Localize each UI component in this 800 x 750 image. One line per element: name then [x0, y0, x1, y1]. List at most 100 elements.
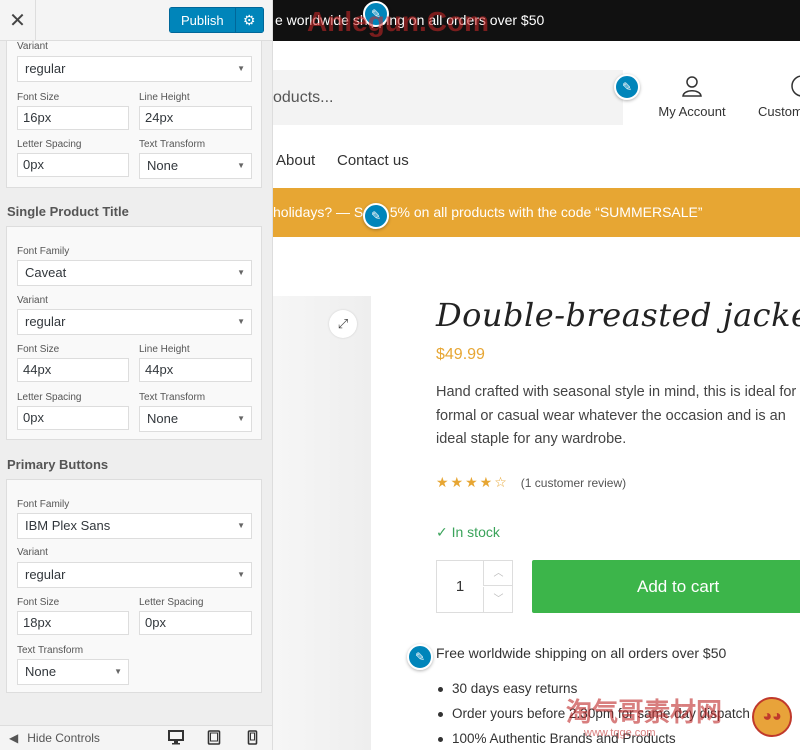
font-size-label: Font Size — [17, 344, 60, 355]
edit-shortcut-product[interactable]: ✎ — [407, 644, 433, 670]
gear-icon: ⚙ — [242, 11, 256, 28]
watermark-text: 淘气哥素材网 www.tqge.com — [566, 692, 722, 739]
variant-label: Variant — [17, 41, 48, 52]
text-transform-label: Text Transform — [139, 392, 206, 403]
single-product-title-panel: Font Family Caveat ▼ Variant regular ▼ Fon… — [6, 226, 262, 440]
publish-settings-button[interactable]: ⚙ — [234, 7, 264, 33]
chevron-down-icon: ﹀ — [493, 594, 504, 605]
expand-icon: ⤢ — [337, 316, 349, 331]
font-family-value: IBM Plex Sans — [25, 518, 111, 533]
primary-buttons-panel: Font Family IBM Plex Sans ▼ Variant regul… — [6, 479, 262, 693]
watermark-logo-icon: ◕◕ — [752, 697, 792, 737]
letter-spacing-input[interactable]: 0px — [17, 406, 129, 430]
promo-banner: holidays? — Save 5% on all products with… — [273, 188, 800, 237]
letter-spacing-label: Letter Spacing — [17, 139, 82, 150]
hide-controls-button[interactable]: ◀ Hide Controls — [9, 731, 100, 745]
product-search-input[interactable]: oducts... — [273, 70, 623, 125]
font-size-label: Font Size — [17, 92, 60, 103]
letter-spacing-input[interactable]: 0px — [139, 611, 252, 635]
desktop-preview-icon[interactable] — [168, 730, 184, 748]
chevron-down-icon: ▼ — [237, 570, 245, 579]
zoom-button[interactable]: ⤢ — [329, 310, 357, 338]
font-size-input[interactable]: 44px — [17, 358, 129, 382]
tablet-preview-icon[interactable] — [207, 730, 221, 748]
font-family-label: Font Family — [17, 499, 70, 510]
close-customizer-button[interactable]: ✕ — [0, 0, 36, 41]
product-image — [273, 296, 371, 750]
line-height-label: Line Height — [139, 344, 190, 355]
close-icon: ✕ — [9, 10, 26, 32]
mobile-preview-icon[interactable] — [247, 730, 258, 748]
font-size-input[interactable]: 18px — [17, 611, 129, 635]
font-family-value: Caveat — [25, 265, 67, 280]
line-height-label: Line Height — [139, 92, 190, 103]
variant-select[interactable]: regular ▼ — [17, 56, 252, 82]
pencil-icon: ✎ — [414, 650, 426, 664]
letter-spacing-label: Letter Spacing — [17, 392, 82, 403]
customizer-header: ✕ Publish ⚙ — [0, 0, 272, 41]
font-size-label: Font Size — [17, 597, 60, 608]
customer-service-label: Custom — [758, 104, 800, 119]
variant-label: Variant — [17, 295, 48, 306]
user-icon — [656, 74, 728, 100]
line-height-input[interactable]: 44px — [139, 358, 252, 382]
stock-status: ✓ In stock — [436, 524, 500, 540]
chevron-down-icon: ▼ — [237, 317, 245, 326]
variant-value: regular — [25, 567, 66, 582]
font-family-select[interactable]: IBM Plex Sans ▼ — [17, 513, 252, 539]
chevron-down-icon: ▼ — [237, 161, 245, 170]
quantity-stepper: 1 ︿ ﹀ — [436, 560, 513, 613]
my-account-link[interactable]: My Account — [656, 74, 728, 119]
publish-button[interactable]: Publish — [169, 7, 235, 33]
text-transform-select[interactable]: None ▼ — [139, 153, 252, 179]
watermark-text: Anlegun.Com — [307, 6, 489, 37]
chevron-down-icon: ▼ — [237, 414, 245, 423]
section-title-primary-buttons: Primary Buttons — [7, 457, 109, 472]
hide-controls-label: Hide Controls — [27, 731, 100, 745]
chevron-down-icon: ▼ — [237, 268, 245, 277]
letter-spacing-input[interactable]: 0px — [17, 153, 129, 177]
edit-shortcut-header[interactable]: ✎ — [614, 74, 640, 100]
customer-service-link[interactable]: Custom — [758, 74, 800, 119]
pencil-icon: ✎ — [370, 209, 382, 223]
variant-value: regular — [25, 314, 66, 329]
typography-panel-partial: Variant regular ▼ Font Size 16px Line Hei… — [6, 30, 262, 188]
font-family-select[interactable]: Caveat ▼ — [17, 260, 252, 286]
line-height-input[interactable]: 24px — [139, 106, 252, 130]
my-account-label: My Account — [658, 104, 726, 119]
star-rating-icons: ★★★★☆ — [436, 474, 509, 490]
text-transform-label: Text Transform — [139, 139, 206, 150]
help-icon — [758, 74, 800, 100]
pencil-icon: ✎ — [621, 80, 633, 94]
font-size-input[interactable]: 16px — [17, 106, 129, 130]
review-count-link[interactable]: (1 customer review) — [521, 476, 626, 490]
letter-spacing-label: Letter Spacing — [139, 597, 204, 608]
nav-item-contact[interactable]: Contact us — [337, 152, 409, 169]
chevron-up-icon: ︿ — [493, 568, 504, 579]
add-to-cart-button[interactable]: Add to cart — [532, 560, 800, 613]
text-transform-select[interactable]: None ▼ — [17, 659, 129, 685]
publish-control: Publish ⚙ — [169, 7, 264, 33]
product-price: $49.99 — [436, 346, 485, 363]
nav-item-about[interactable]: About — [276, 152, 315, 169]
customizer-sidebar: ✕ Publish ⚙ Variant regular ▼ Font Size 1… — [0, 0, 273, 750]
text-transform-select[interactable]: None ▼ — [139, 406, 252, 432]
quantity-decrease-button[interactable]: ﹀ — [483, 587, 513, 612]
variant-value: regular — [25, 61, 66, 76]
chevron-down-icon: ▼ — [237, 521, 245, 530]
quantity-increase-button[interactable]: ︿ — [483, 561, 513, 586]
text-transform-value: None — [25, 664, 57, 679]
quantity-input[interactable]: 1 — [437, 561, 483, 612]
collapse-icon: ◀ — [9, 731, 19, 745]
chevron-down-icon: ▼ — [114, 667, 122, 676]
text-transform-value: None — [147, 411, 179, 426]
chevron-down-icon: ▼ — [237, 64, 245, 73]
section-title-single-product-title: Single Product Title — [7, 204, 129, 219]
edit-shortcut-promo[interactable]: ✎ — [363, 203, 389, 229]
shipping-note: Free worldwide shipping on all orders ov… — [436, 645, 727, 661]
text-transform-label: Text Transform — [17, 645, 84, 656]
product-rating: ★★★★☆ (1 customer review) — [436, 474, 626, 491]
variant-select[interactable]: regular ▼ — [17, 309, 252, 335]
variant-select[interactable]: regular ▼ — [17, 562, 252, 588]
variant-label: Variant — [17, 547, 48, 558]
